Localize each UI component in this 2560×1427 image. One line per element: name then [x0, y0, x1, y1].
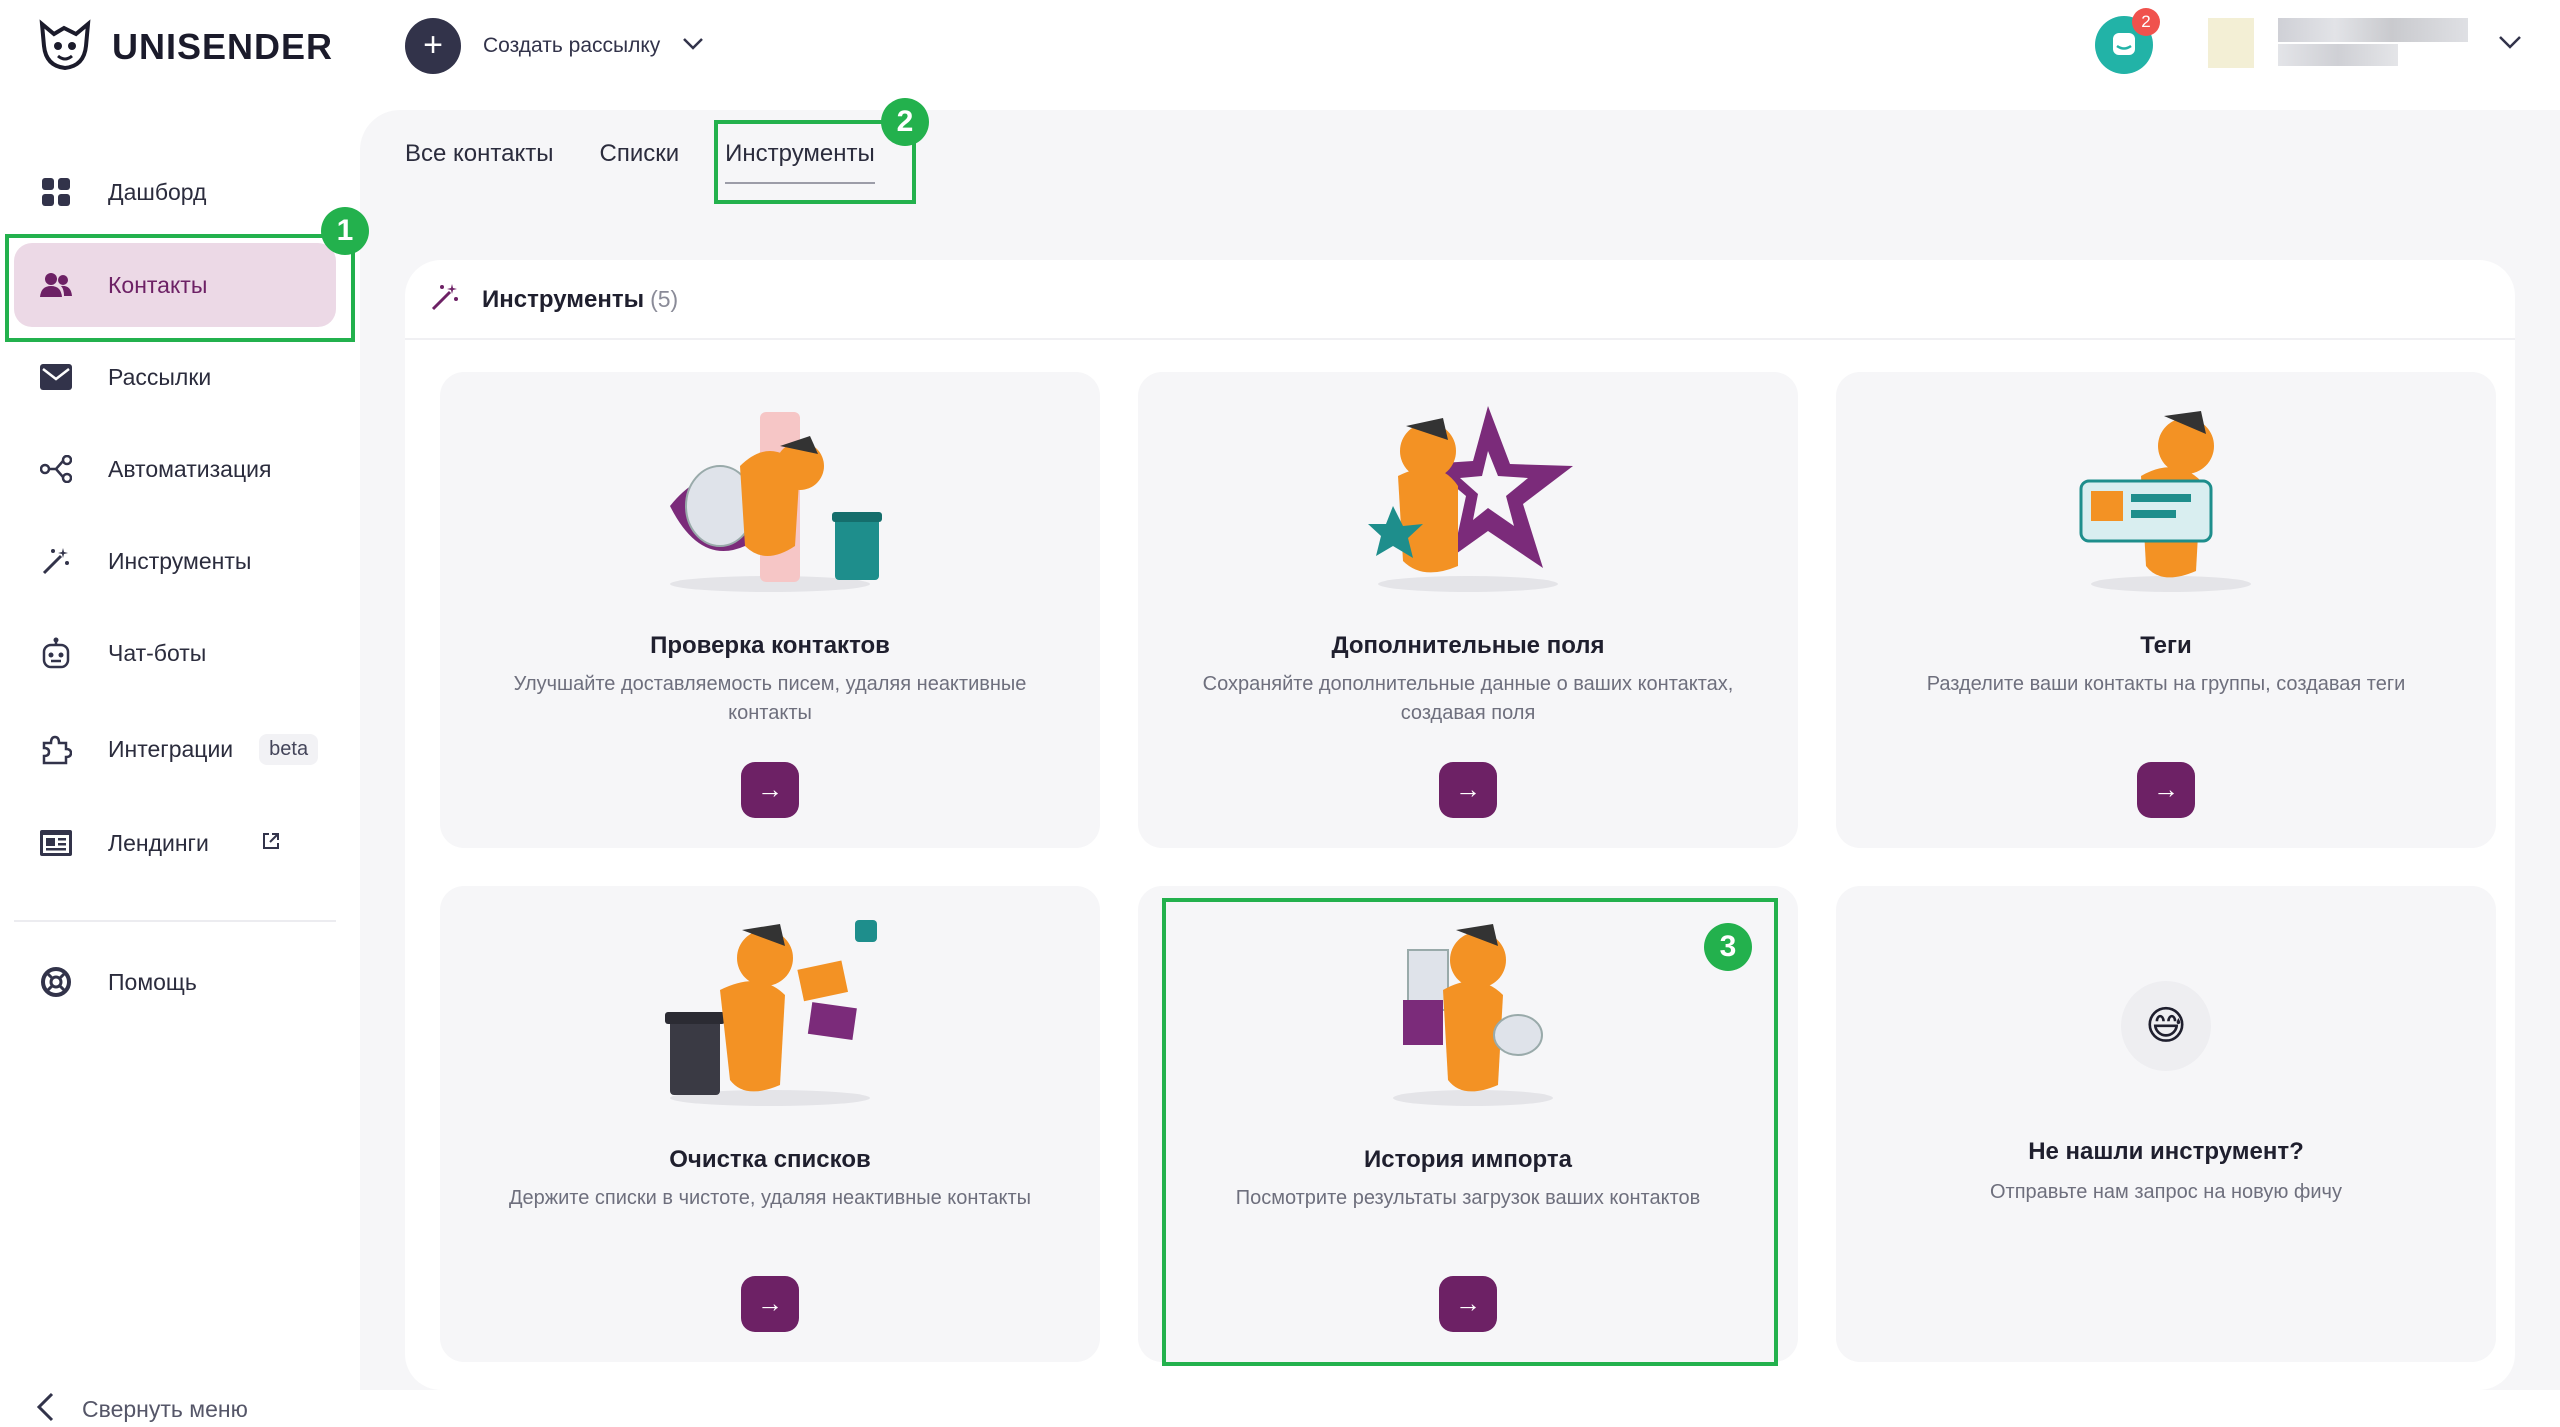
panel-count: (5)	[650, 285, 679, 312]
card-description: Улучшайте доставляемость писем, удаляя н…	[513, 673, 1027, 724]
sidebar-item-label: Интеграции	[108, 735, 234, 762]
sidebar-item-label: Помощь	[108, 968, 197, 995]
tool-card-tags: Теги Разделите ваши контакты на группы, …	[1836, 372, 2496, 848]
card-title: Не нашли инструмент?	[2028, 1138, 2304, 1165]
sidebar-item-chatbots[interactable]: Чат-боты	[14, 611, 336, 695]
tool-card-request-feature[interactable]: 😅 Не нашли инструмент? Отправьте нам зап…	[1836, 886, 2496, 1362]
open-tool-button[interactable]: →	[2137, 762, 2195, 818]
card-description: Сохраняйте дополнительные данные о ваших…	[1202, 673, 1734, 724]
chevron-left-icon	[36, 1392, 54, 1427]
notification-badge: 2	[2132, 8, 2160, 36]
automation-icon	[36, 449, 76, 489]
create-campaign-label: Создать рассылку	[483, 34, 661, 57]
help-icon	[36, 962, 76, 1002]
highlight-contacts	[5, 234, 355, 342]
card-description: Держите списки в чистоте, удаляя неактив…	[508, 1187, 1032, 1209]
logo-mascot-icon	[34, 16, 96, 77]
open-tool-button[interactable]: →	[741, 1276, 799, 1332]
card-description: Разделите ваши контакты на группы, созда…	[1926, 673, 2406, 695]
step-marker-2: 2	[881, 98, 929, 146]
card-title: Очистка списков	[669, 1146, 871, 1173]
fox-star-illustration	[1348, 396, 1588, 601]
sidebar-divider	[14, 920, 336, 922]
sidebar-item-label: Дашборд	[108, 178, 207, 205]
tool-card-extra-fields: Дополнительные поля Сохраняйте дополните…	[1138, 372, 1798, 848]
panel-title-text: Инструменты	[482, 285, 645, 313]
sidebar-item-help[interactable]: Помощь	[14, 940, 336, 1024]
fox-cleaning-illustration	[650, 396, 890, 601]
beta-badge: beta	[259, 733, 319, 765]
sidebar-item-automation[interactable]: Автоматизация	[14, 427, 336, 511]
fox-trash-illustration	[650, 910, 890, 1115]
card-description: Отправьте нам запрос на новую фичу	[1990, 1181, 2342, 1203]
open-tool-button[interactable]: →	[741, 762, 799, 818]
step-marker-3: 3	[1704, 923, 1752, 971]
tool-card-list-cleanup: Очистка списков Держите списки в чистоте…	[440, 886, 1100, 1362]
account-email-blurred[interactable]	[2278, 44, 2398, 66]
plus-icon: +	[405, 18, 461, 74]
chevron-down-icon	[682, 37, 704, 56]
tab-all-contacts[interactable]: Все контакты	[405, 140, 553, 184]
sidebar-item-campaigns[interactable]: Рассылки	[14, 335, 336, 419]
collapse-menu-button[interactable]: Свернуть меню	[36, 1392, 248, 1427]
card-title: Дополнительные поля	[1331, 632, 1605, 659]
open-tool-button[interactable]: →	[1439, 762, 1497, 818]
panel-header: Инструменты (5)	[430, 282, 678, 317]
sidebar-item-label: Рассылки	[108, 363, 212, 390]
logo[interactable]: UNISENDER	[34, 16, 333, 77]
card-title: Теги	[2140, 632, 2192, 659]
card-title: Проверка контактов	[650, 632, 890, 659]
panel-divider	[405, 338, 2515, 340]
mail-icon	[36, 357, 76, 397]
external-link-icon	[261, 831, 281, 856]
landing-icon	[36, 823, 76, 863]
tool-card-contact-check: Проверка контактов Улучшайте доставляемо…	[440, 372, 1100, 848]
fox-tags-illustration	[2046, 396, 2286, 601]
logo-text: UNISENDER	[112, 25, 334, 67]
top-bar: UNISENDER + Создать рассылку 2	[0, 0, 2560, 100]
create-campaign-button[interactable]: + Создать рассылку	[405, 18, 704, 74]
collapse-menu-label: Свернуть меню	[82, 1396, 248, 1422]
panel-title: Инструменты (5)	[482, 286, 678, 314]
sidebar-item-label: Инструменты	[108, 547, 252, 574]
avatar[interactable]	[2208, 18, 2254, 68]
step-marker-1: 1	[321, 207, 369, 255]
tab-lists[interactable]: Списки	[599, 140, 679, 184]
magic-wand-icon	[430, 282, 460, 317]
sidebar-item-integrations[interactable]: Интеграции beta	[14, 707, 336, 791]
magic-wand-icon	[36, 541, 76, 581]
sidebar-item-dashboard[interactable]: Дашборд	[14, 150, 336, 234]
sidebar-item-tools[interactable]: Инструменты	[14, 519, 336, 603]
sidebar-item-label: Чат-боты	[108, 639, 207, 666]
highlight-import-history	[1162, 898, 1778, 1366]
sweat-smile-emoji-icon: 😅	[2121, 981, 2211, 1071]
sidebar-item-landings[interactable]: Лендинги	[14, 801, 336, 885]
dashboard-icon	[36, 172, 76, 212]
account-name-blurred[interactable]	[2278, 18, 2468, 42]
bot-icon	[36, 633, 76, 673]
account-menu-chevron-icon[interactable]	[2498, 34, 2522, 55]
puzzle-icon	[36, 729, 76, 769]
sidebar-item-label: Лендинги	[108, 829, 209, 856]
sidebar-item-label: Автоматизация	[108, 455, 272, 482]
